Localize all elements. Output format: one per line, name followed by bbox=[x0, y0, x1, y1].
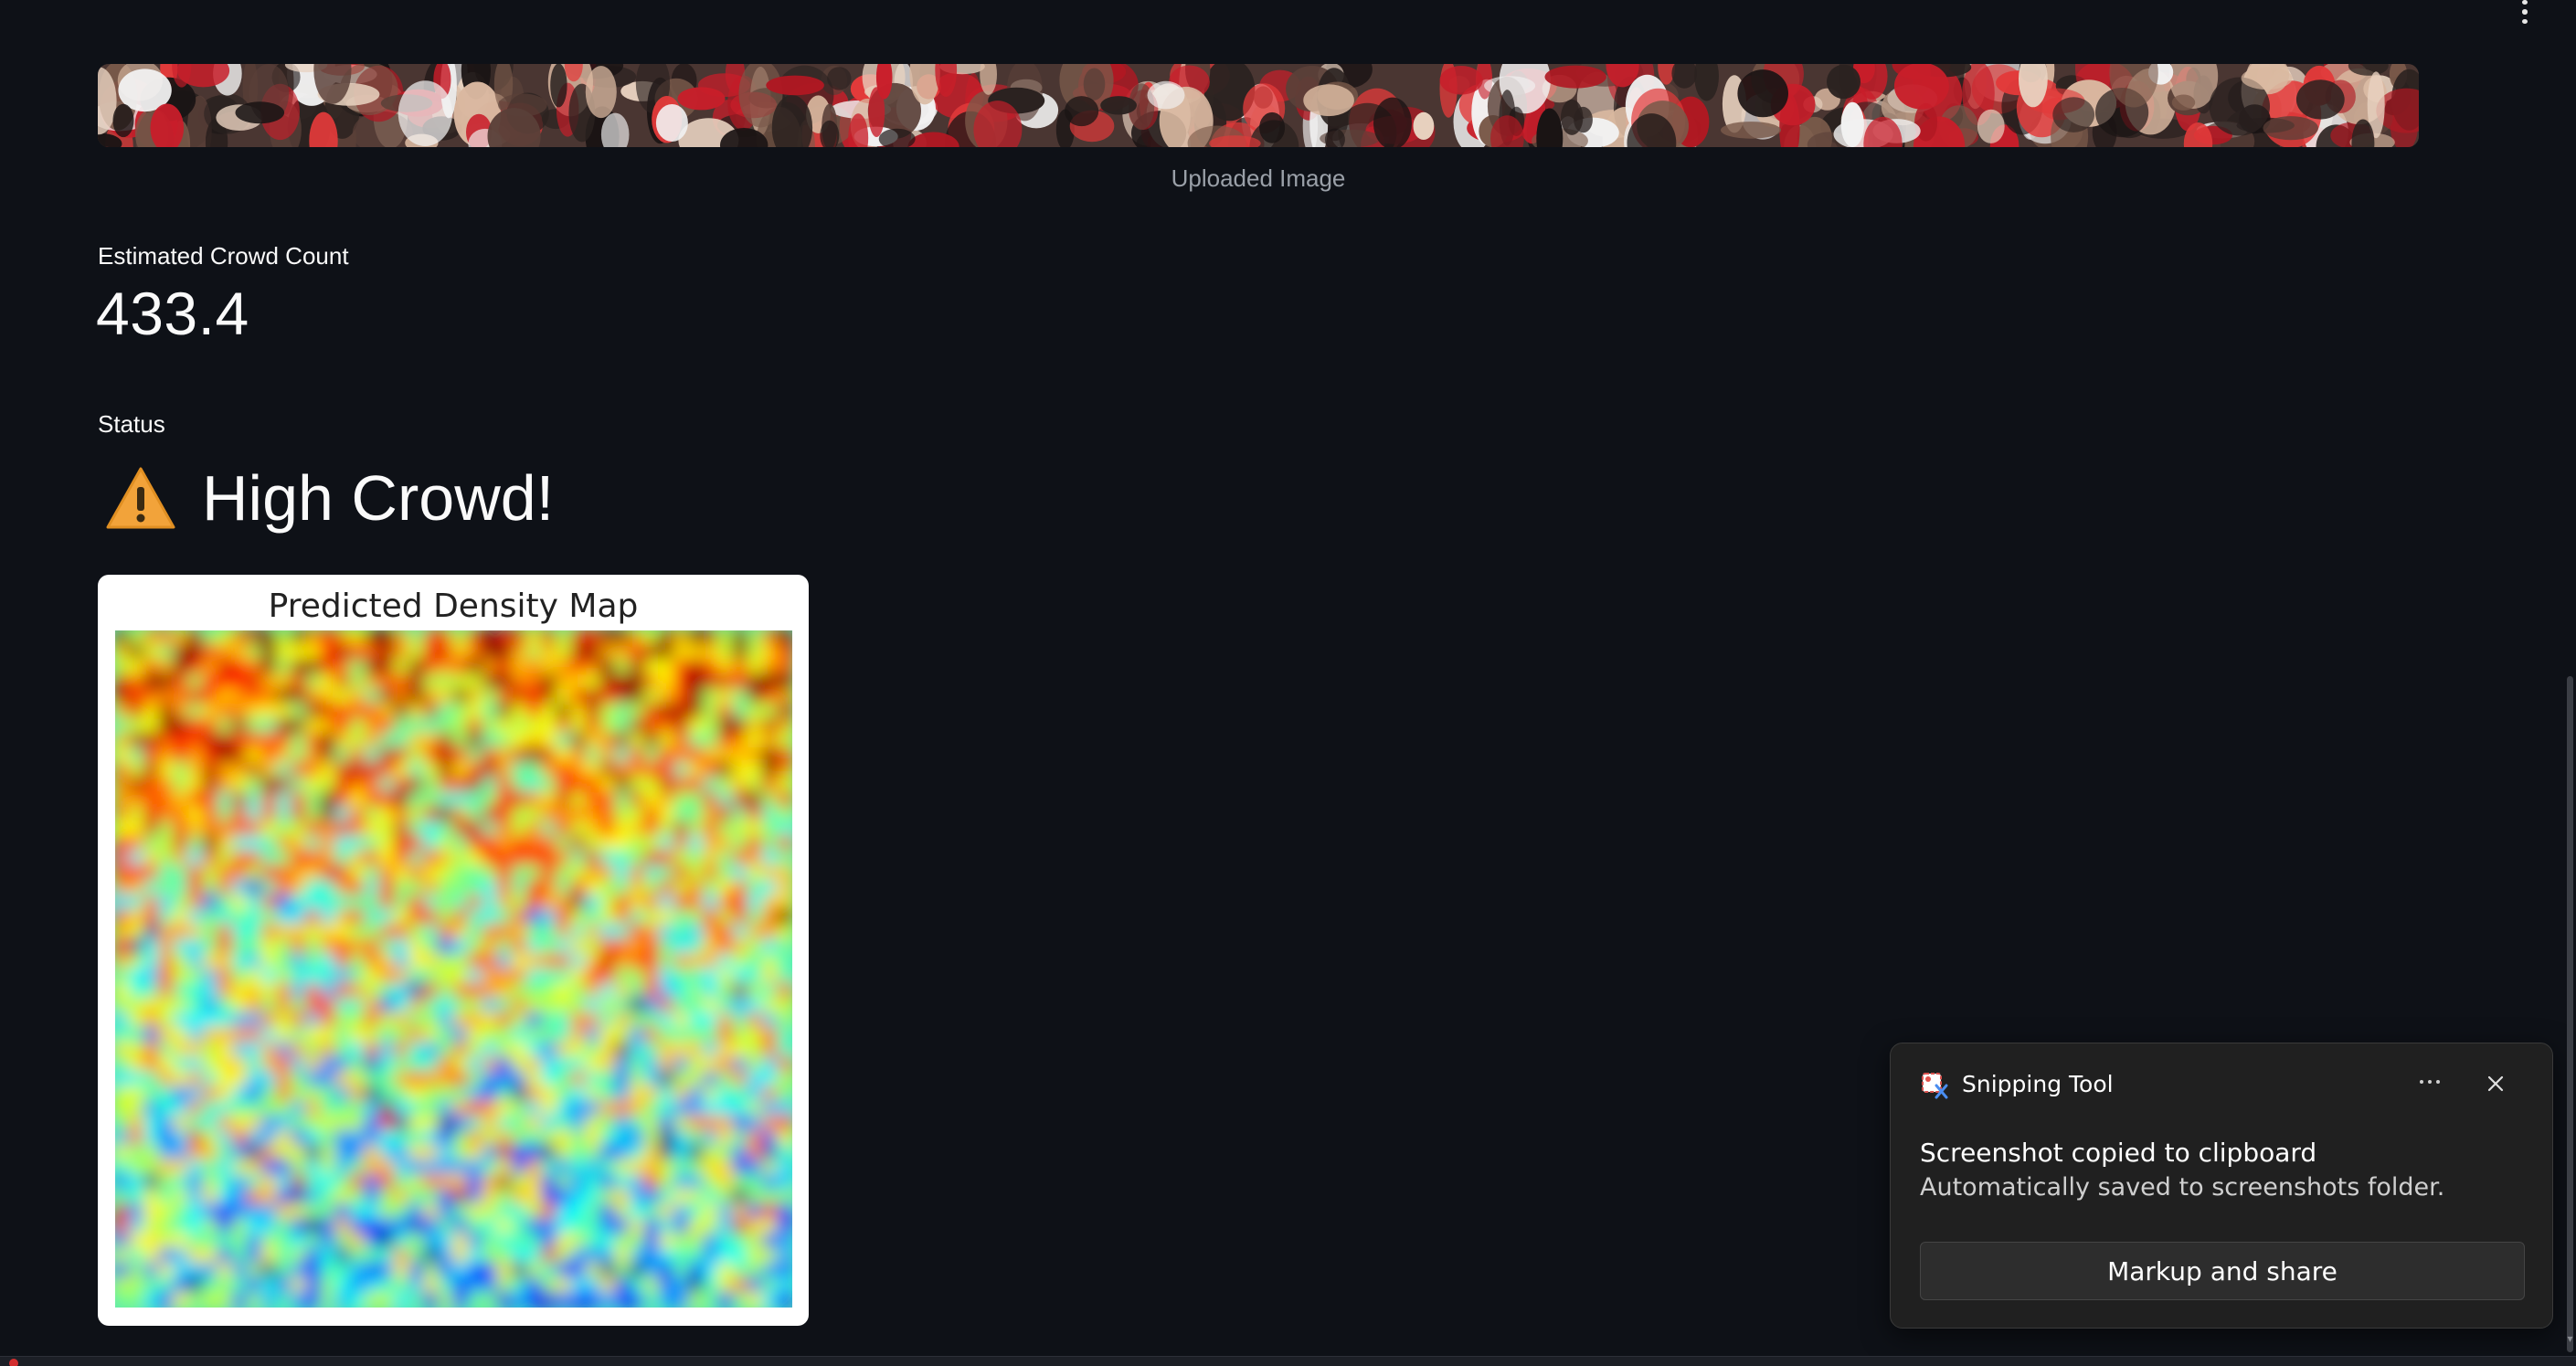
menu-dot bbox=[2522, 9, 2528, 15]
density-map-image bbox=[115, 630, 792, 1308]
markup-and-share-button[interactable]: Markup and share bbox=[1920, 1242, 2525, 1300]
warning-icon bbox=[106, 467, 175, 529]
toast-body: Automatically saved to screenshots folde… bbox=[1920, 1173, 2445, 1202]
image-caption: Uploaded Image bbox=[1171, 164, 1346, 192]
app-page: Uploaded Image Estimated Crowd Count 433… bbox=[0, 0, 2576, 1366]
status-value-row: High Crowd! bbox=[105, 457, 554, 539]
taskbar-edge bbox=[0, 1356, 2576, 1366]
toast-title: Screenshot copied to clipboard bbox=[1920, 1138, 2317, 1168]
toast-app-name: Snipping Tool bbox=[1962, 1071, 2114, 1097]
menu-dot bbox=[2522, 18, 2528, 24]
crowd-count-label: Estimated Crowd Count bbox=[98, 242, 349, 270]
taskbar-app-icon[interactable] bbox=[9, 1359, 18, 1366]
scroll-down-arrow-icon[interactable]: ▾ bbox=[2564, 1332, 2576, 1345]
scrollbar-thumb[interactable] bbox=[2567, 676, 2573, 1352]
density-map-figure: Predicted Density Map bbox=[98, 575, 809, 1326]
main-menu-icon[interactable] bbox=[2508, 0, 2541, 24]
figure-title: Predicted Density Map bbox=[268, 588, 639, 625]
uploaded-image bbox=[98, 64, 2419, 147]
crowd-photo bbox=[98, 64, 2419, 147]
crowd-count-value: 433.4 bbox=[96, 280, 249, 347]
snipping-tool-icon bbox=[1922, 1073, 1948, 1099]
status-label: Status bbox=[98, 410, 165, 438]
close-icon[interactable] bbox=[2475, 1064, 2516, 1104]
snipping-tool-toast[interactable]: Snipping Tool Screenshot copied to clipb… bbox=[1890, 1043, 2553, 1329]
menu-dot bbox=[2522, 0, 2528, 5]
more-icon[interactable] bbox=[2406, 1064, 2454, 1100]
status-value: High Crowd! bbox=[202, 462, 555, 534]
